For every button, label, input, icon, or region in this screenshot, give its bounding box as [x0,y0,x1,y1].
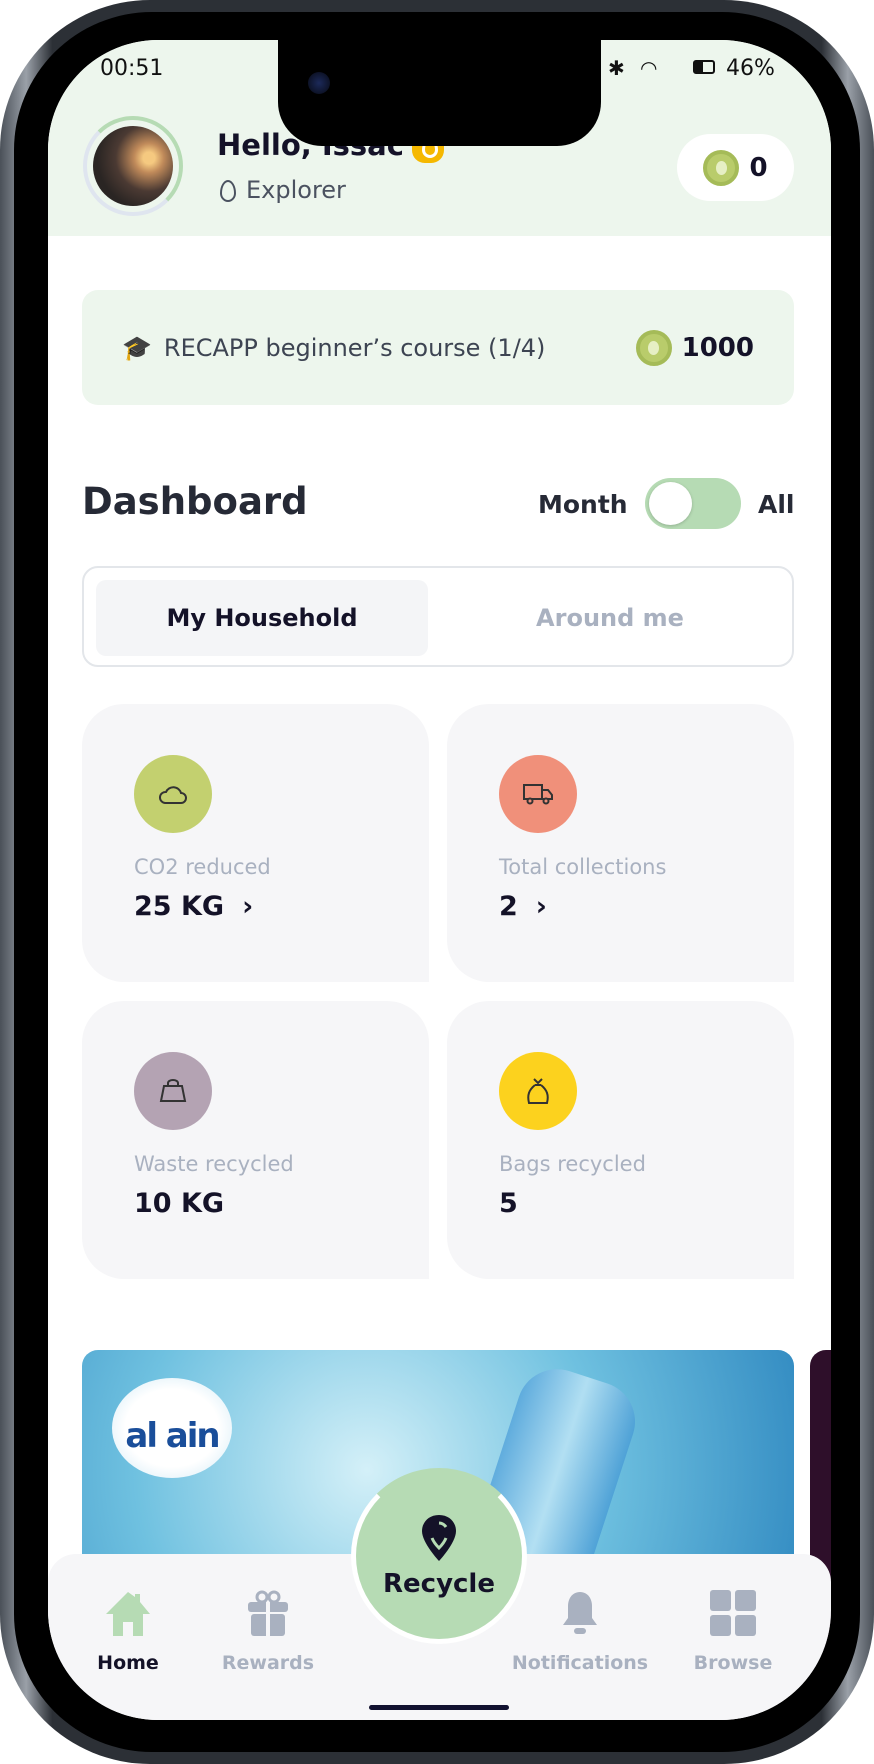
notch [278,40,601,146]
user-level: Explorer [220,176,346,204]
course-banner[interactable]: 🎓 RECAPP beginner’s course (1/4) 1000 [82,290,794,405]
grid-icon [710,1590,756,1636]
toggle-label-all: All [758,490,795,519]
course-points: 1000 [681,332,754,363]
cloud-icon [134,755,212,833]
home-icon [106,1592,150,1636]
coin-icon [635,329,672,366]
weight-icon [134,1052,212,1130]
gift-icon [248,1590,288,1636]
toggle-label-month: Month [538,490,628,519]
leaf-icon [220,180,236,202]
coin-icon [703,149,740,186]
bluetooth-icon: ✱ [608,56,625,80]
wifi-icon: ◠ [640,56,658,80]
avatar[interactable] [83,116,183,216]
home-indicator[interactable] [369,1705,509,1710]
truck-icon [499,755,577,833]
stat-card-co2[interactable]: CO2 reduced 25 KG › [82,704,429,982]
coin-balance-button[interactable]: 0 [677,134,794,201]
bag-icon [499,1052,577,1130]
stat-card-waste: Waste recycled 10 KG [82,1001,429,1279]
nav-notifications[interactable]: Notifications [510,1590,650,1674]
period-toggle[interactable] [645,478,741,529]
tab-around-me[interactable]: Around me [438,580,782,656]
dashboard-title: Dashboard [82,480,308,523]
recycle-button[interactable]: Recycle [351,1468,527,1644]
recycle-pin-icon [422,1515,456,1561]
tab-my-household[interactable]: My Household [96,580,428,656]
chevron-right-icon[interactable]: › [242,891,253,922]
scope-segmented-control: My Household Around me [82,566,794,667]
course-title: RECAPP beginner’s course (1/4) [163,333,546,362]
status-time: 00:51 [100,56,164,81]
chevron-right-icon[interactable]: › [536,891,547,922]
app-screen: 00:51 ✱ ◠ 46% Hello, Issac Explorer 0 🎓 … [48,40,831,1720]
nav-browse[interactable]: Browse [668,1590,798,1674]
graduation-cap-icon: 🎓 [122,333,152,362]
battery-icon [693,60,715,74]
battery-percent: 46% [726,56,775,81]
stat-card-bags: Bags recycled 5 [447,1001,794,1279]
bell-icon [563,1592,597,1634]
nav-home[interactable]: Home [63,1590,193,1674]
stat-card-collections[interactable]: Total collections 2 › [447,704,794,982]
nav-rewards[interactable]: Rewards [203,1590,333,1674]
al-ain-logo: al ain [112,1378,232,1478]
